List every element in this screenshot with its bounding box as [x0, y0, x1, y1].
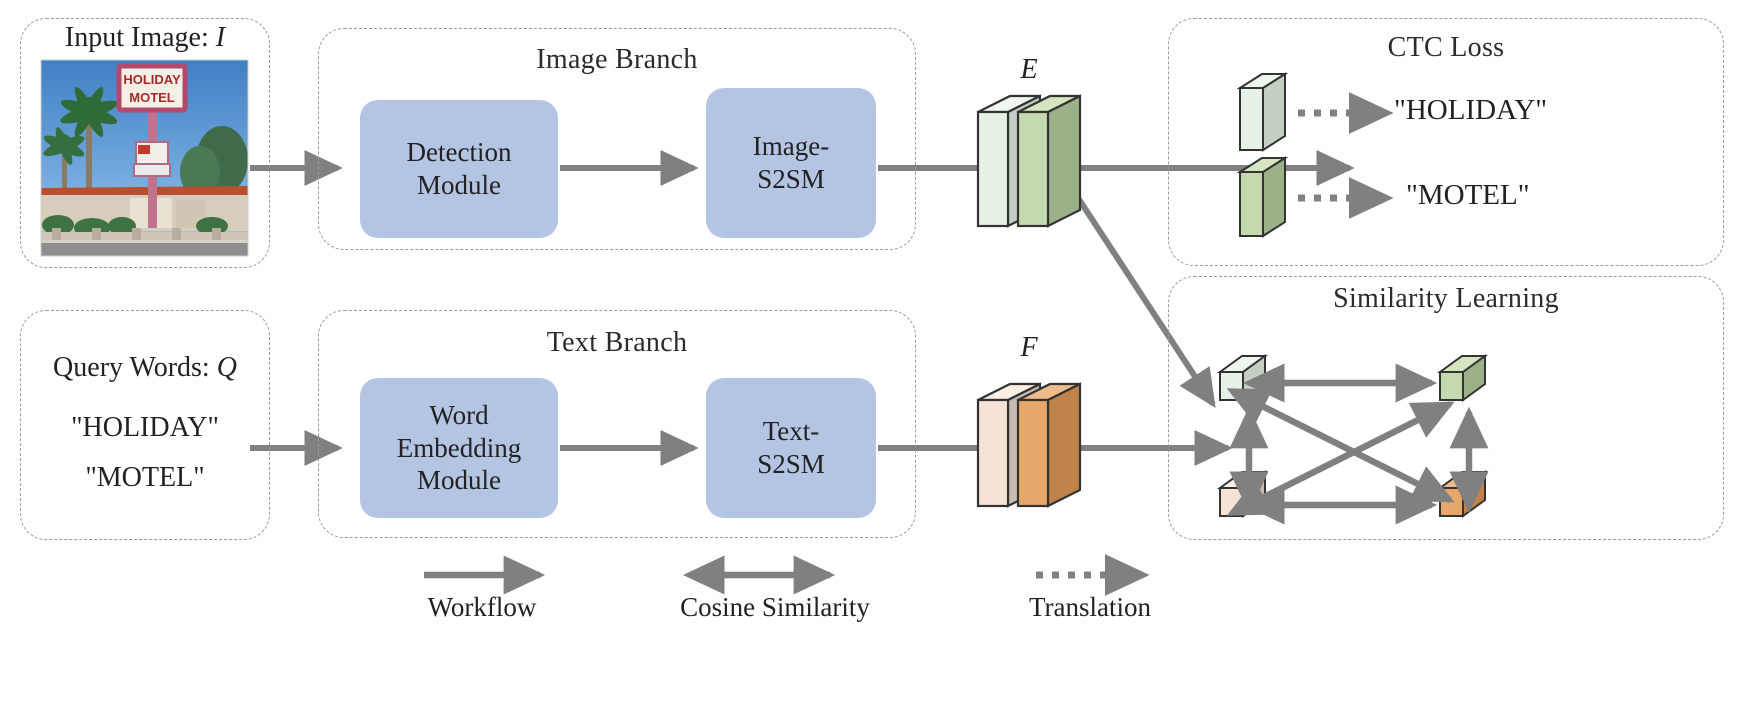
input-image-title-text: Input Image: — [64, 22, 216, 53]
query-word-motel: "MOTEL" — [85, 462, 205, 493]
similarity-learning-title: Similarity Learning — [1333, 283, 1559, 314]
input-image-title: Input Image: I — [20, 22, 270, 54]
ctc-word-holiday: "HOLIDAY" — [1394, 94, 1548, 126]
legend-label-translation: Translation — [1028, 592, 1151, 622]
input-image-panel — [20, 18, 270, 268]
query-words-symbol: Q — [216, 352, 237, 383]
ctc-loss-title: CTC Loss — [1387, 32, 1505, 63]
ctc-word-motel: "MOTEL" — [1406, 179, 1530, 211]
input-image-symbol: I — [215, 22, 226, 53]
module-image-s2sm[interactable]: Image- S2SM — [706, 88, 876, 238]
diagram-canvas: HOLIDAY MOTEL Input Image: I Query Words… — [0, 0, 1744, 708]
query-words-title-text: Query Words: — [53, 352, 217, 383]
module-text-s2sm[interactable]: Text- S2SM — [706, 378, 876, 518]
similarity-learning-panel — [1168, 276, 1724, 540]
image-feature-label: E — [1020, 54, 1038, 85]
image-branch-title: Image Branch — [536, 44, 698, 75]
legend-label-workflow: Workflow — [427, 592, 537, 622]
query-word-holiday: "HOLIDAY" — [71, 412, 219, 443]
text-feature-bars — [976, 382, 1082, 508]
module-word-embedding[interactable]: Word Embedding Module — [360, 378, 558, 518]
module-detection[interactable]: Detection Module — [360, 100, 558, 238]
image-feature-bars — [976, 94, 1082, 228]
text-branch-title: Text Branch — [546, 327, 688, 358]
text-feature-label: F — [1020, 332, 1038, 363]
query-words-title: Query Words: Q — [20, 352, 270, 384]
legend-label-cosine-similarity: Cosine Similarity — [680, 592, 870, 622]
